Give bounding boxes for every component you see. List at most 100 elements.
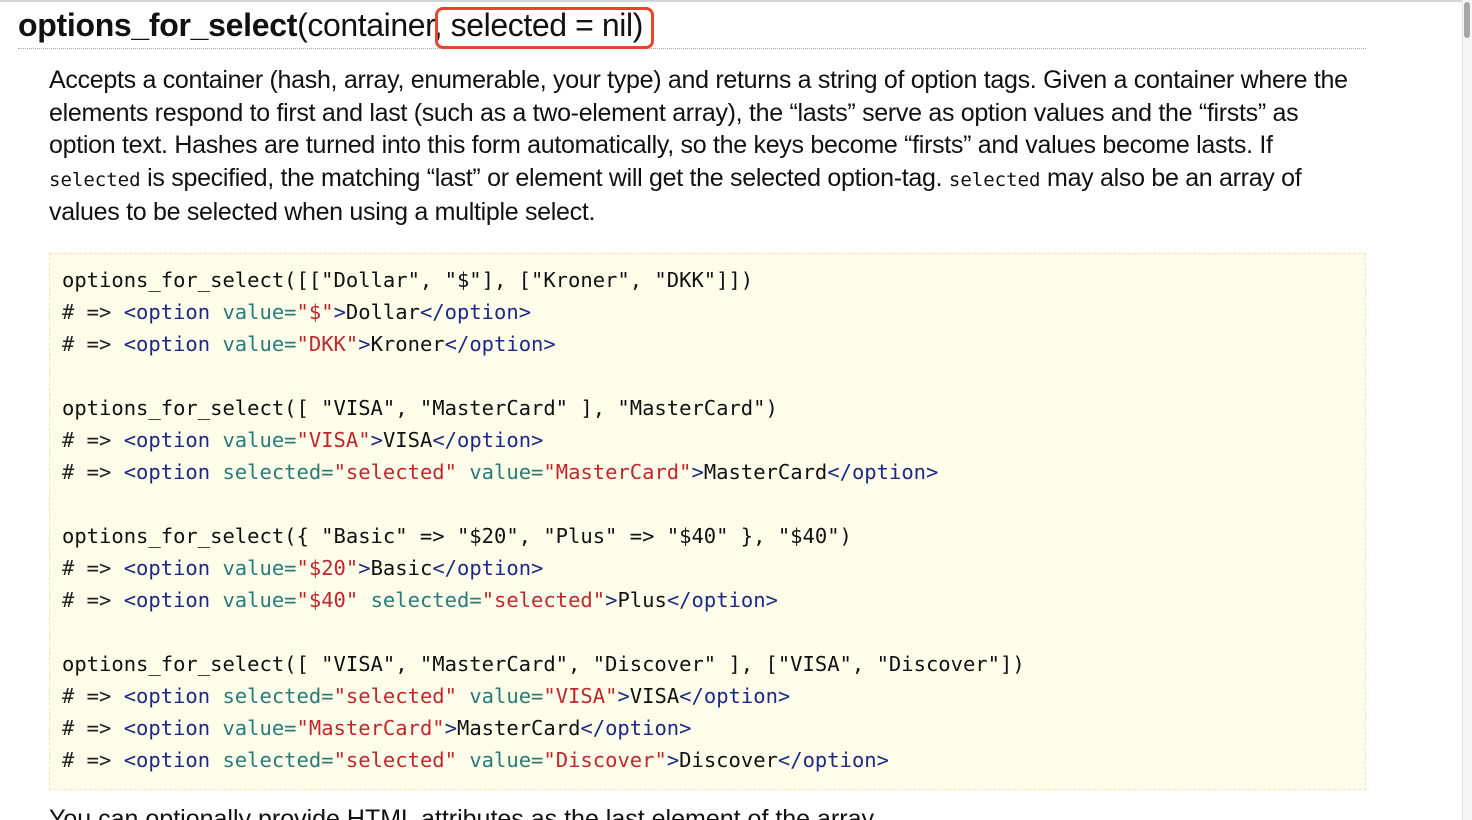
code-token-attr: value= — [222, 332, 297, 356]
code-token-str: "selected" — [333, 460, 457, 484]
vertical-scrollbar[interactable] — [1462, 0, 1472, 820]
code-token-tag: > — [617, 684, 630, 708]
scrollbar-thumb[interactable] — [1464, 2, 1470, 38]
code-token-tag: > — [370, 428, 383, 452]
code-line: options_for_select([ "VISA", "MasterCard… — [62, 392, 1365, 424]
code-token-text: Dollar — [345, 300, 420, 324]
code-token-tag: > — [358, 556, 371, 580]
code-token-tag: </option> — [432, 428, 544, 452]
code-example-block: options_for_select([["Dollar", "$"], ["K… — [49, 253, 1366, 790]
code-token-tag: > — [333, 300, 346, 324]
inline-code-selected-2: selected — [948, 168, 1041, 191]
code-line: # => <option value="$20">Basic</option> — [62, 552, 1365, 584]
code-token-attr: value= — [222, 428, 297, 452]
description-text-2: is specified, the matching “last” or ele… — [140, 163, 949, 192]
description-text-1: Accepts a container (hash, array, enumer… — [49, 66, 1348, 159]
inline-code-selected: selected — [49, 168, 141, 191]
window-top-border — [0, 0, 1472, 2]
code-line: options_for_select([ "VISA", "MasterCard… — [62, 648, 1365, 680]
code-token-tag: > — [691, 460, 704, 484]
code-token-comment: # => — [62, 588, 124, 612]
code-token-attr: value= — [222, 588, 297, 612]
code-token-text: MasterCard — [456, 716, 581, 740]
method-args-highlighted: , selected = nil) — [433, 7, 644, 43]
code-token-tag: </option> — [580, 716, 692, 740]
code-token-attr: value= — [222, 300, 297, 324]
code-token-tag: > — [666, 748, 680, 772]
code-token-tag: </option> — [444, 332, 556, 356]
code-token-tag: > — [358, 332, 371, 356]
code-token-tag: <option — [123, 332, 223, 356]
code-token-str: "selected" — [333, 684, 457, 708]
code-line: options_for_select({ "Basic" => "$20", "… — [62, 520, 1365, 552]
code-token-tag: <option — [123, 300, 223, 324]
code-token-comment: # => — [62, 556, 124, 580]
trailing-paragraph: You can optionally provide HTML attribut… — [49, 805, 880, 820]
code-token-str: "MasterCard" — [296, 716, 445, 740]
code-token-tag: </option> — [679, 684, 791, 708]
code-line: # => <option value="VISA">VISA</option> — [62, 424, 1365, 456]
code-token-str: "selected" — [333, 748, 457, 772]
code-token-str: "VISA" — [543, 684, 618, 708]
code-token-text: Kroner — [370, 332, 445, 356]
code-token-tag: <option — [123, 684, 223, 708]
code-token-text: VISA — [382, 428, 433, 452]
code-token-str: "$40" — [296, 588, 359, 612]
code-token-tag: > — [605, 588, 618, 612]
code-token-tag: </option> — [432, 556, 544, 580]
method-description: Accepts a container (hash, array, enumer… — [49, 64, 1369, 229]
code-token-comment: # => — [62, 716, 124, 740]
code-token-str: "selected" — [481, 588, 606, 612]
code-token-plain: options_for_select([ "VISA", "MasterCard… — [62, 396, 778, 420]
code-token-tag: <option — [123, 428, 223, 452]
code-token-text: Discover — [679, 748, 778, 772]
code-token-tag: <option — [123, 588, 223, 612]
method-name[interactable]: options_for_select — [18, 7, 297, 43]
code-token-tag: > — [444, 716, 457, 740]
method-heading: options_for_select(container, selected =… — [18, 6, 1366, 49]
code-token-tag: <option — [123, 748, 223, 772]
code-token-attr: value= — [222, 556, 297, 580]
code-token-text: Basic — [370, 556, 433, 580]
code-token-attr: selected= — [222, 460, 334, 484]
code-line: options_for_select([["Dollar", "$"], ["K… — [62, 264, 1365, 296]
code-token-comment: # => — [62, 332, 124, 356]
code-token-comment: # => — [62, 428, 124, 452]
code-token-tag: <option — [123, 716, 223, 740]
code-line: # => <option value="$40" selected="selec… — [62, 584, 1365, 616]
code-token-str: "DKK" — [296, 332, 359, 356]
code-token-str: "MasterCard" — [543, 460, 692, 484]
code-token-tag: </option> — [827, 460, 939, 484]
code-line: # => <option selected="selected" value="… — [62, 456, 1365, 488]
code-token-attr: value= — [469, 460, 544, 484]
code-token-attr: selected= — [222, 748, 334, 772]
code-line: # => <option selected="selected" value="… — [62, 680, 1365, 712]
code-token-plain: options_for_select([ "VISA", "MasterCard… — [62, 652, 1025, 676]
code-token-comment: # => — [62, 460, 124, 484]
code-token-str: "$20" — [296, 556, 359, 580]
code-token-tag: </option> — [419, 300, 532, 324]
code-token-tag: <option — [123, 556, 223, 580]
code-token-text: Plus — [617, 588, 667, 612]
code-token-text: MasterCard — [703, 460, 828, 484]
code-token-plain: options_for_select([["Dollar", "$"], ["K… — [62, 268, 754, 292]
code-token-tag: <option — [123, 460, 223, 484]
code-line: # => <option value="MasterCard">MasterCa… — [62, 712, 1365, 744]
code-token-attr: value= — [222, 716, 297, 740]
code-token-str: "Discover" — [543, 748, 667, 772]
code-token-tag: </option> — [777, 748, 889, 772]
code-token-str: "VISA" — [296, 428, 371, 452]
code-token-plain: options_for_select({ "Basic" => "$20", "… — [62, 524, 852, 548]
code-token-attr: value= — [469, 748, 544, 772]
code-token-comment: # => — [62, 300, 124, 324]
method-args-prefix: (container — [297, 7, 434, 43]
code-token-attr: value= — [469, 684, 544, 708]
code-token-tag: </option> — [666, 588, 778, 612]
code-line: # => <option value="$">Dollar</option> — [62, 296, 1365, 328]
